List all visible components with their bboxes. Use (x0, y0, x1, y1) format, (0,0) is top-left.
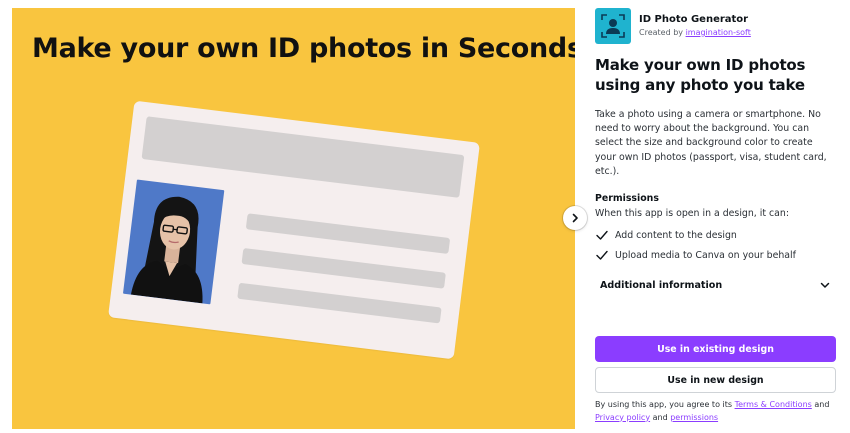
id-photo-portrait (122, 179, 225, 305)
additional-information-toggle[interactable]: Additional information (595, 272, 836, 298)
legal-and: and (652, 412, 668, 422)
permission-label: Add content to the design (615, 229, 737, 241)
app-headline: Make your own ID photos using any photo … (595, 56, 806, 94)
privacy-policy-link[interactable]: Privacy policy (595, 413, 650, 422)
id-card-illustration (108, 100, 480, 360)
app-header: ID Photo Generator Created by imaginatio… (595, 8, 836, 45)
legal-prefix: By using this app, you agree to its (595, 400, 733, 409)
chevron-down-icon (820, 282, 830, 288)
legal-and: and (814, 400, 830, 409)
permission-item: Upload media to Canva on your behalf (595, 245, 836, 265)
app-description: Take a photo using a camera or smartphon… (595, 109, 827, 177)
carousel-next-button[interactable] (563, 206, 587, 230)
app-preview-image: Make your own ID photos in Seconds (12, 8, 575, 429)
permissions-heading: Permissions (595, 193, 659, 205)
app-creator: Created by imagination-soft (639, 26, 751, 39)
terms-link[interactable]: Terms & Conditions (735, 400, 812, 409)
additional-information-label: Additional information (600, 279, 723, 291)
use-in-new-design-button[interactable]: Use in new design (595, 367, 836, 393)
card-line-3 (237, 282, 442, 324)
permissions-link[interactable]: permissions (670, 413, 718, 422)
use-in-existing-design-button[interactable]: Use in existing design (595, 336, 836, 362)
permissions-list: Add content to the design Upload media t… (595, 225, 836, 265)
card-line-2 (241, 247, 446, 289)
creator-prefix: Created by (639, 28, 684, 37)
creator-link[interactable]: imagination-soft (686, 28, 751, 37)
app-details-panel: ID Photo Generator Created by imaginatio… (595, 8, 836, 428)
id-photo-generator-logo-icon (595, 8, 631, 44)
app-name: ID Photo Generator (639, 14, 749, 25)
check-icon (596, 250, 608, 260)
chevron-right-icon (572, 213, 578, 223)
card-line-1 (245, 213, 451, 254)
permission-label: Upload media to Canva on your behalf (615, 249, 796, 261)
permission-item: Add content to the design (595, 225, 836, 245)
check-icon (596, 230, 608, 240)
permissions-intro: When this app is open in a design, it ca… (595, 208, 790, 220)
preview-title: Make your own ID photos in Seconds (32, 33, 575, 64)
legal-notice: By using this app, you agree to its Term… (595, 399, 836, 424)
